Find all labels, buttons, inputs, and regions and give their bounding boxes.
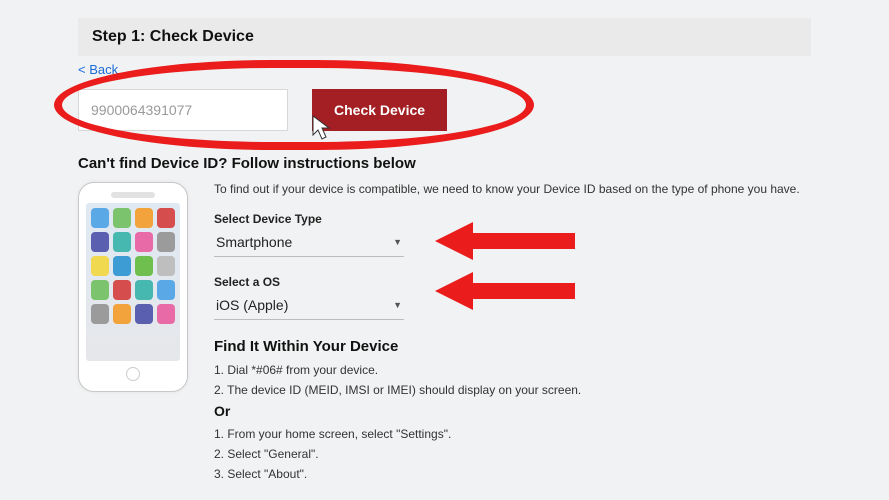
device-id-row: Check Device	[78, 89, 811, 131]
or-heading: Or	[214, 403, 811, 419]
step-title: Step 1: Check Device	[78, 18, 811, 56]
find-step-b1: 1. From your home screen, select "Settin…	[214, 427, 811, 441]
back-link[interactable]: < Back	[78, 62, 118, 77]
device-type-label: Select Device Type	[214, 212, 811, 226]
find-step-a1: 1. Dial *#06# from your device.	[214, 363, 811, 377]
find-step-a2: 2. The device ID (MEID, IMSI or IMEI) sh…	[214, 383, 811, 397]
find-step-b3: 3. Select "About".	[214, 467, 811, 481]
check-device-button[interactable]: Check Device	[312, 89, 447, 131]
intro-text: To find out if your device is compatible…	[214, 182, 811, 196]
find-heading: Find It Within Your Device	[214, 338, 811, 355]
chevron-down-icon: ▼	[393, 237, 402, 247]
os-label: Select a OS	[214, 275, 811, 289]
phone-illustration	[78, 182, 188, 392]
find-step-b2: 2. Select "General".	[214, 447, 811, 461]
os-select[interactable]: iOS (Apple) ▼	[214, 293, 404, 320]
device-type-value: Smartphone	[216, 234, 292, 250]
os-value: iOS (Apple)	[216, 297, 288, 313]
device-id-input[interactable]	[78, 89, 288, 131]
cant-find-heading: Can't find Device ID? Follow instruction…	[78, 155, 811, 172]
chevron-down-icon: ▼	[393, 300, 402, 310]
device-type-select[interactable]: Smartphone ▼	[214, 230, 404, 257]
